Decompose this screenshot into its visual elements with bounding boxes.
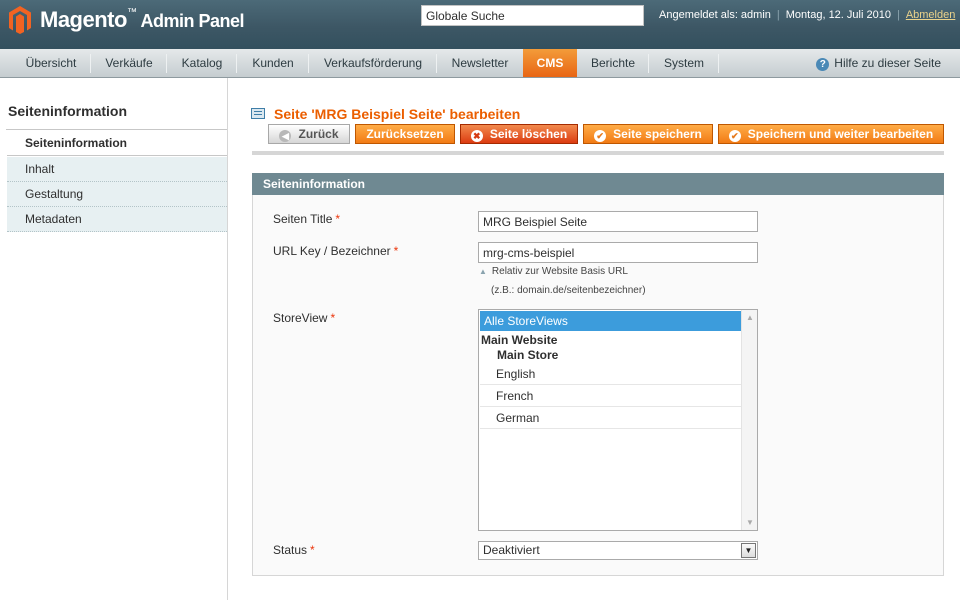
help-icon: ? [816, 58, 830, 71]
storeview-option-all[interactable]: Alle StoreViews [480, 311, 741, 331]
nav-item-verkaufsfoerderung[interactable]: Verkaufsförderung [310, 49, 436, 77]
back-button[interactable]: ◀ Zurück [268, 124, 350, 144]
sidebar-item-inhalt[interactable]: Inhalt [7, 157, 227, 182]
reset-button[interactable]: Zurücksetzen [355, 124, 455, 144]
arrow-left-icon: ◀ [279, 130, 292, 142]
nav-item-cms[interactable]: CMS [523, 49, 577, 77]
nav-item-berichte[interactable]: Berichte [578, 49, 648, 77]
global-search-input[interactable] [421, 5, 644, 26]
storeview-group-website: Main Website [481, 333, 558, 347]
date-label: Montag, 12. Juli 2010 [785, 9, 891, 21]
sidebar-title: Seiteninformation [8, 103, 128, 119]
logged-in-label: Angemeldet als: admin [659, 9, 771, 21]
help-link[interactable]: ? Hilfe zu dieser Seite [816, 56, 941, 71]
status-select[interactable]: Deaktiviert ▼ [478, 541, 758, 560]
section-title: Seiteninformation [252, 173, 944, 195]
header-bar: Magento™Admin Panel Angemeldet als: admi… [0, 0, 960, 49]
check-icon: ✔ [728, 130, 741, 142]
storeview-label: StoreView * [273, 311, 336, 325]
sidebar-item-seiteninformation[interactable]: Seiteninformation [7, 131, 227, 156]
scroll-down-icon[interactable]: ▼ [746, 518, 754, 527]
sidebar-item-gestaltung[interactable]: Gestaltung [7, 182, 227, 207]
save-continue-button[interactable]: ✔ Speichern und weiter bearbeiten [718, 124, 944, 144]
nav-item-newsletter[interactable]: Newsletter [438, 49, 522, 77]
delete-icon: ✖ [470, 130, 483, 142]
url-key-note: ▲ Relativ zur Website Basis URL [479, 266, 628, 277]
magento-logo-icon [9, 6, 31, 34]
nav-item-verkaeufe[interactable]: Verkäufe [92, 49, 166, 77]
chevron-down-icon: ▼ [741, 543, 756, 558]
nav-item-kunden[interactable]: Kunden [238, 49, 308, 77]
delete-page-button[interactable]: ✖ Seite löschen [460, 124, 578, 144]
nav-item-uebersicht[interactable]: Übersicht [12, 49, 90, 77]
logout-link[interactable]: Abmelden [906, 9, 956, 21]
sidebar: Seiteninformation Seiteninformation Inha… [0, 78, 228, 600]
url-key-label: URL Key / Bezeichner * [273, 244, 399, 258]
page-title-label: Seiten Title * [273, 212, 341, 226]
status-label: Status * [273, 543, 315, 557]
main-nav: Übersicht Verkäufe Katalog Kunden Verkau… [0, 49, 960, 78]
save-page-button[interactable]: ✔ Seite speichern [583, 124, 713, 144]
content-divider [252, 151, 944, 155]
storeview-multiselect[interactable]: Alle StoreViews Main Website Main Store … [478, 309, 758, 531]
page-title-icon [251, 108, 265, 119]
nav-item-katalog[interactable]: Katalog [168, 49, 236, 77]
brand-title: Magento™ Admin Panel [40, 7, 244, 32]
user-info: Angemeldet als: admin | Montag, 12. Juli 2… [659, 9, 956, 21]
storeview-scrollbar[interactable]: ▲ ▼ [741, 310, 757, 530]
scroll-up-icon[interactable]: ▲ [746, 313, 754, 322]
storeview-option-english[interactable]: English [480, 363, 741, 385]
sidebar-item-metadaten[interactable]: Metadaten [7, 207, 227, 232]
storeview-group-store: Main Store [497, 348, 559, 362]
url-key-field[interactable] [478, 242, 758, 263]
page-title-field[interactable] [478, 211, 758, 232]
check-icon: ✔ [594, 130, 607, 142]
url-key-example: (z.B.: domain.de/seitenbezeichner) [491, 285, 646, 296]
storeview-option-french[interactable]: French [480, 385, 741, 407]
storeview-option-german[interactable]: German [480, 407, 741, 429]
nav-item-system[interactable]: System [650, 49, 718, 77]
page-title: Seite 'MRG Beispiel Seite' bearbeiten [274, 106, 521, 122]
note-arrow-icon: ▲ [479, 267, 487, 276]
